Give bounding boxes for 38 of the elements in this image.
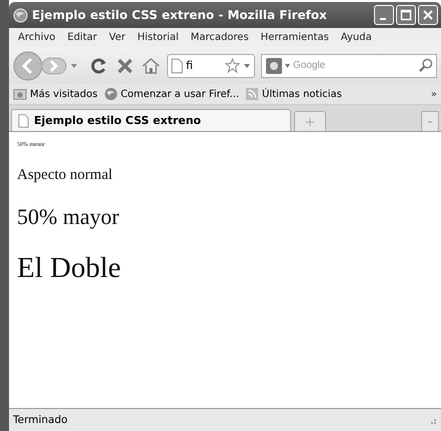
maximize-icon	[400, 9, 412, 21]
address-field[interactable]: fi	[167, 54, 255, 78]
close-button[interactable]	[418, 5, 438, 25]
menu-item[interactable]: Editar	[61, 32, 103, 43]
dropdown-icon[interactable]	[243, 62, 251, 70]
star-icon[interactable]	[225, 58, 240, 73]
window-title: Ejemplo estilo CSS extreno - Mozilla Firefox	[32, 8, 328, 22]
menu-item[interactable]: Ayuda	[334, 32, 378, 43]
close-icon	[422, 9, 434, 21]
search-icon[interactable]	[418, 58, 433, 73]
home-icon[interactable]	[141, 56, 161, 76]
search-engine-icon[interactable]	[265, 56, 291, 74]
bookmark-item[interactable]: Más visitados	[13, 87, 98, 101]
page-icon	[18, 114, 29, 128]
search-field[interactable]: Google	[261, 54, 437, 78]
plus-icon	[305, 116, 315, 126]
minimize-icon	[380, 18, 386, 20]
menu-item[interactable]: Historial	[131, 32, 185, 43]
maximize-button[interactable]	[396, 5, 416, 25]
page-icon	[171, 58, 183, 74]
page-text: El Doble	[17, 252, 122, 285]
status-text: Terminado	[13, 414, 68, 426]
menu-item[interactable]: Herramientas	[254, 32, 335, 43]
feed-icon	[245, 87, 260, 101]
bookmark-item[interactable]: Últimas noticias	[245, 87, 342, 101]
menu-item[interactable]: Archivo	[12, 32, 62, 43]
folder-icon	[13, 87, 27, 101]
menu-item[interactable]: Marcadores	[184, 32, 255, 43]
minimize-button[interactable]	[374, 5, 394, 25]
bookmark-item[interactable]: Comenzar a usar Firef...	[104, 87, 240, 101]
more-bookmarks-button[interactable]: »	[430, 88, 437, 100]
page-text: Aspecto normal	[17, 167, 114, 184]
search-input[interactable]: Google	[291, 59, 418, 72]
browser-tab[interactable]: Ejemplo estilo CSS extreno	[11, 109, 291, 131]
globe-icon	[104, 87, 118, 101]
globe-icon	[13, 8, 28, 22]
page-text: 50% mayor	[17, 204, 120, 230]
menu-item[interactable]: Ver	[103, 32, 132, 43]
